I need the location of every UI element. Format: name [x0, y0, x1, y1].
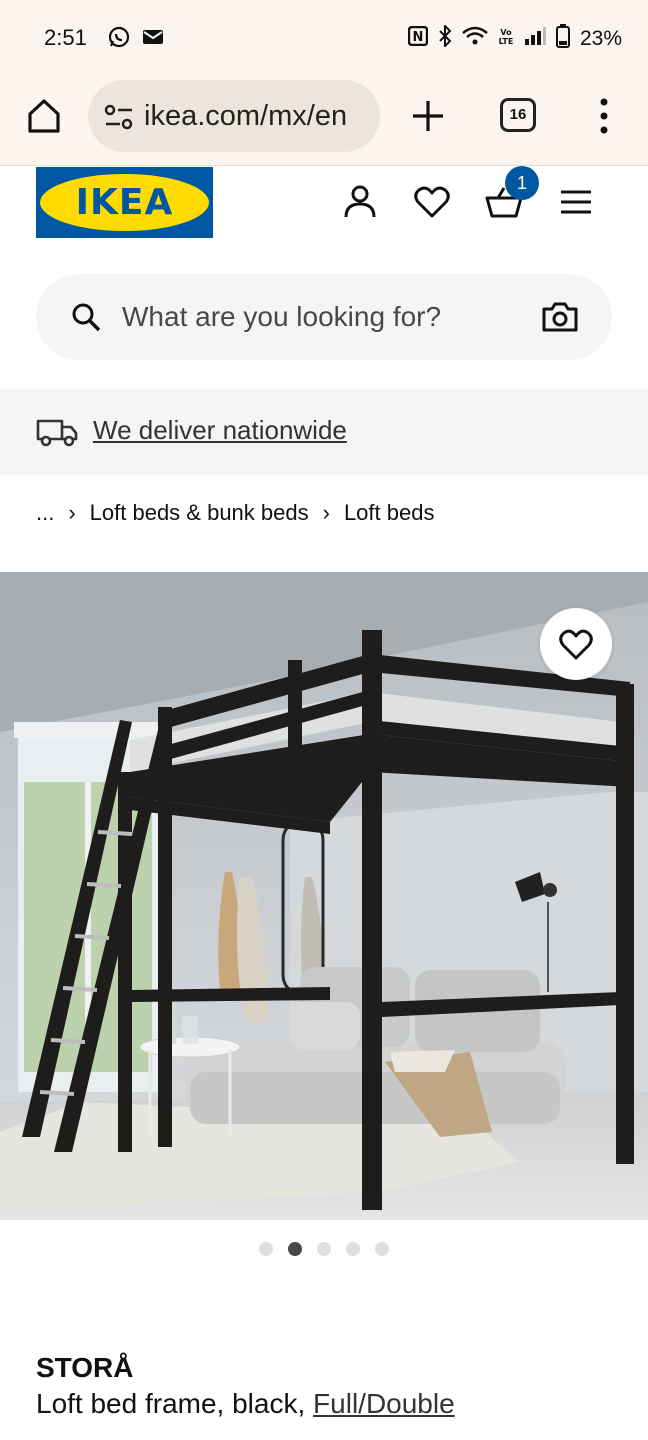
search-placeholder: What are you looking for? [122, 301, 442, 332]
gallery-dot[interactable] [375, 1242, 389, 1256]
tab-switcher-button[interactable]: 16 [500, 98, 536, 132]
whatsapp-icon [108, 26, 130, 53]
breadcrumb-item[interactable]: Loft beds & bunk beds [90, 500, 309, 526]
gallery-dot-active[interactable] [288, 1242, 302, 1256]
chevron-right-icon: › [68, 500, 76, 525]
product-name: STORÅ [36, 1352, 134, 1383]
hamburger-menu-icon[interactable] [556, 182, 596, 222]
address-bar[interactable]: ikea.com/mx/en [88, 80, 380, 152]
search-input[interactable]: What are you looking for? [36, 274, 612, 360]
status-bar: 2:51 N Vo LTE 23% [0, 0, 648, 76]
status-time: 2:51 [44, 25, 87, 50]
delivery-banner: We deliver nationwide [0, 389, 648, 475]
mail-icon [142, 28, 164, 51]
url-text: ikea.com/mx/en [144, 100, 348, 132]
new-tab-icon[interactable] [408, 96, 448, 136]
breadcrumb: ... › Loft beds & bunk beds › Loft beds [36, 500, 434, 526]
search-icon [70, 301, 102, 338]
signal-icon [524, 27, 546, 51]
home-icon[interactable] [24, 96, 64, 136]
delivery-link[interactable]: We deliver nationwide [93, 415, 347, 446]
volte-icon: Vo LTE [498, 26, 514, 52]
svg-text:N: N [413, 30, 424, 45]
camera-search-icon[interactable] [542, 301, 578, 338]
bluetooth-icon [438, 23, 452, 53]
gallery-dot[interactable] [259, 1242, 273, 1256]
battery-percent: 23% [579, 27, 622, 50]
wifi-icon [462, 26, 488, 52]
gallery-pagination [259, 1242, 389, 1256]
cart-count-badge: 1 [505, 166, 539, 200]
profile-icon[interactable] [340, 182, 380, 222]
svg-text:Vo: Vo [500, 28, 512, 37]
add-to-favorites-button[interactable] [540, 608, 612, 680]
truck-icon [36, 415, 78, 452]
breadcrumb-ellipsis[interactable]: ... [36, 500, 54, 526]
gallery-dot[interactable] [346, 1242, 360, 1256]
breadcrumb-item[interactable]: Loft beds [344, 500, 435, 526]
product-description: Loft bed frame, black, Full/Double [36, 1388, 455, 1420]
logo-text: IKEA [75, 182, 174, 223]
svg-text:LTE: LTE [499, 37, 514, 46]
browser-toolbar: ikea.com/mx/en 16 [0, 76, 648, 166]
battery-icon [555, 24, 570, 54]
more-menu-icon[interactable] [596, 94, 612, 138]
product-size-link[interactable]: Full/Double [313, 1388, 455, 1419]
nfc-icon: N [407, 25, 429, 52]
favorites-icon[interactable] [412, 182, 452, 222]
ikea-logo[interactable]: IKEA [36, 167, 213, 238]
chevron-right-icon: › [322, 500, 330, 525]
site-settings-icon[interactable] [104, 104, 134, 135]
product-description-text: Loft bed frame, black, [36, 1388, 306, 1419]
gallery-dot[interactable] [317, 1242, 331, 1256]
